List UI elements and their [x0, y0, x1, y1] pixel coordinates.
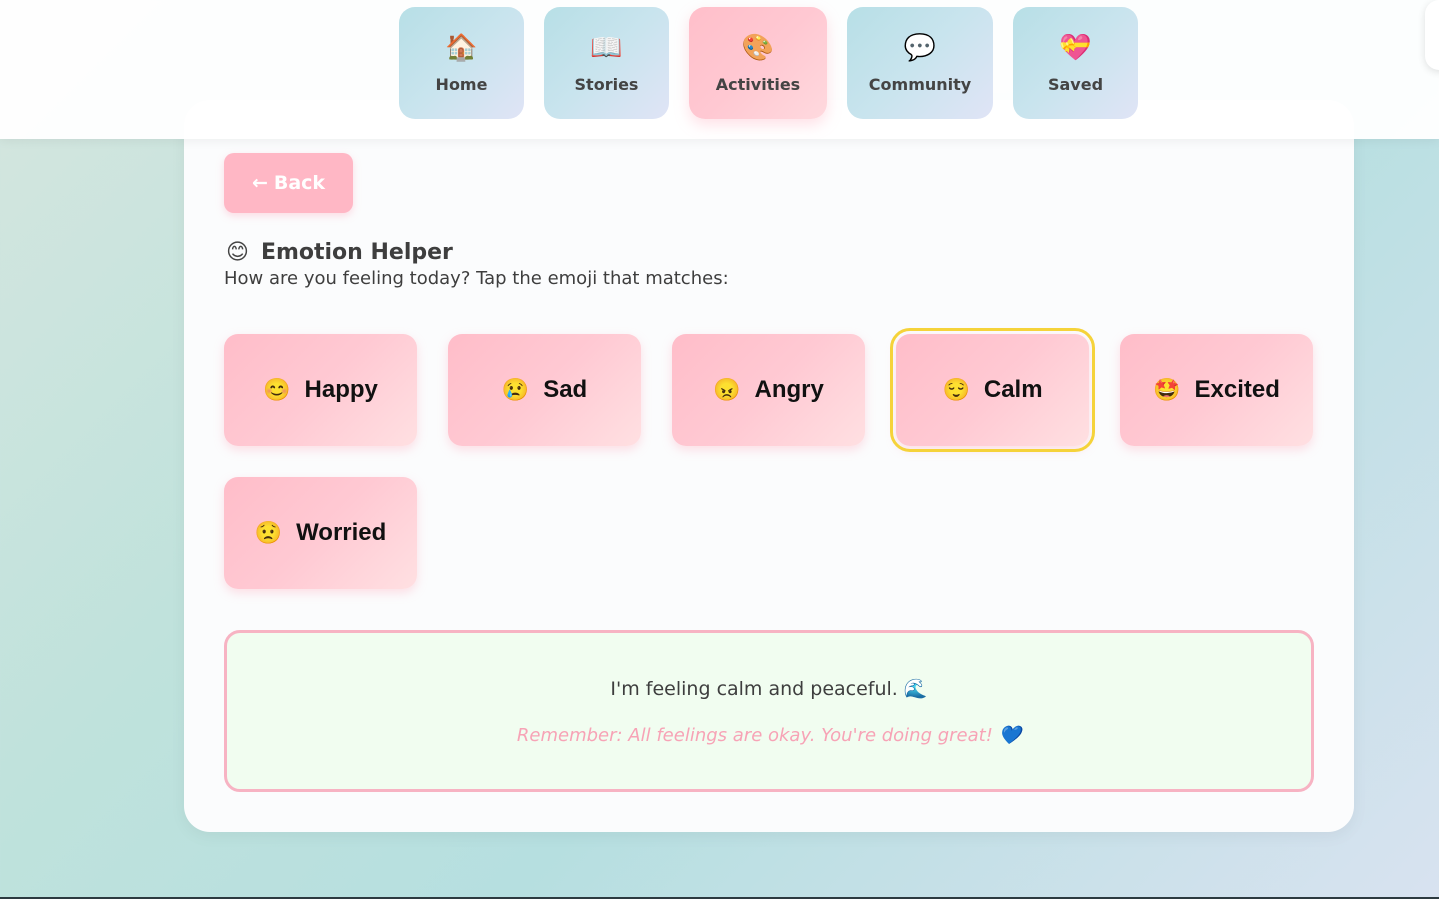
emotion-label: Sad	[543, 376, 588, 403]
nav-activities[interactable]: 🎨 Activities	[689, 7, 827, 119]
page-title-text: Emotion Helper	[260, 239, 453, 265]
speech-bubble-icon: 💬	[903, 32, 937, 63]
emotion-message-box: I'm feeling calm and peaceful. 🌊 Remembe…	[224, 630, 1314, 792]
encouragement-note: Remember: All feelings are okay. You're …	[227, 725, 1311, 746]
nav-saved-label: Saved	[1047, 74, 1104, 94]
emotion-label: Excited	[1194, 376, 1280, 403]
book-icon: 📖	[590, 32, 623, 63]
emotion-excited-button[interactable]: 🤩 Excited	[1120, 334, 1313, 446]
angry-face-icon: 😠	[713, 377, 741, 402]
page-title: 😊 Emotion Helper	[226, 236, 453, 268]
emotion-happy-button[interactable]: 😊 Happy	[224, 334, 417, 446]
emotion-label: Angry	[754, 376, 824, 403]
emotion-message-text: I'm feeling calm and peaceful.	[610, 678, 898, 700]
side-panel-tab[interactable]	[1425, 0, 1439, 70]
page-subtitle: How are you feeling today? Tap the emoji…	[224, 268, 729, 289]
nav-community-label: Community	[868, 74, 972, 94]
star-struck-face-icon: 🤩	[1153, 377, 1181, 402]
nav-activities-label: Activities	[715, 74, 801, 94]
smile-icon: 😊	[226, 239, 249, 265]
palette-icon: 🎨	[741, 32, 775, 63]
happy-face-icon: 😊	[263, 377, 291, 402]
emotion-sad-button[interactable]: 😢 Sad	[448, 334, 641, 446]
relieved-face-icon: 😌	[942, 377, 970, 402]
nav-home[interactable]: 🏠 Home	[399, 7, 524, 119]
emotion-calm-button[interactable]: 😌 Calm	[890, 328, 1095, 452]
worried-face-icon: 😟	[254, 520, 283, 545]
emotion-label: Calm	[983, 376, 1043, 403]
house-icon: 🏠	[445, 32, 478, 63]
blue-heart-icon: 💙	[998, 725, 1022, 746]
heart-gift-icon: 💝	[1059, 32, 1092, 63]
emotion-label: Worried	[296, 519, 387, 546]
back-button[interactable]: ← Back	[224, 153, 353, 213]
emotion-worried-button[interactable]: 😟 Worried	[224, 477, 417, 589]
wave-icon: 🌊	[903, 678, 928, 700]
nav-community[interactable]: 💬 Community	[847, 7, 993, 119]
emotion-message: I'm feeling calm and peaceful. 🌊	[227, 677, 1311, 700]
top-nav-bar: 🏠 Home 📖 Stories 🎨 Activities 💬 Communit…	[0, 0, 1439, 139]
nav-stories[interactable]: 📖 Stories	[544, 7, 669, 119]
nav-home-label: Home	[435, 74, 488, 94]
emotion-label: Happy	[304, 376, 378, 403]
nav-stories-label: Stories	[574, 74, 639, 94]
back-button-label: Back	[273, 172, 326, 194]
back-arrow-icon: ←	[251, 172, 268, 194]
emotion-angry-button[interactable]: 😠 Angry	[672, 334, 865, 446]
encouragement-text: Remember: All feelings are okay. You're …	[516, 725, 993, 746]
nav-saved[interactable]: 💝 Saved	[1013, 7, 1138, 119]
crying-face-icon: 😢	[501, 377, 530, 402]
